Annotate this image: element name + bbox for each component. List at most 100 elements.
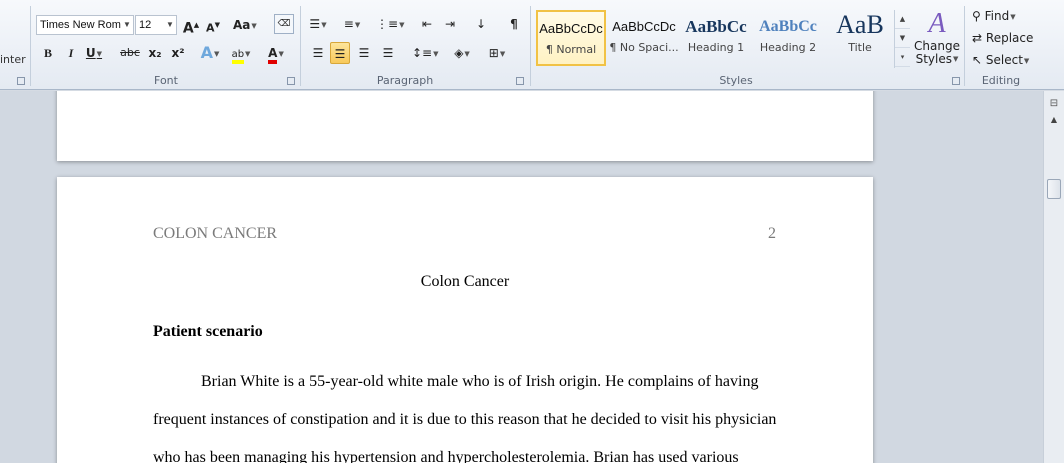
scroll-up-icon[interactable]: ▲: [1047, 115, 1061, 129]
style-heading-1[interactable]: AaBbCc Heading 1: [681, 10, 751, 66]
align-left-icon: ☰: [312, 46, 324, 60]
subscript-button[interactable]: x₂: [145, 42, 165, 64]
gallery-up-icon[interactable]: ▲: [895, 10, 910, 29]
replace-button[interactable]: ⇄ Replace: [972, 28, 1033, 48]
style-sample: AaBbCc: [759, 18, 817, 35]
text-effects-button[interactable]: A▼: [200, 42, 220, 64]
style-heading-2[interactable]: AaBbCc Heading 2: [753, 10, 823, 66]
styles-launcher-icon[interactable]: [952, 77, 960, 85]
font-name-combo[interactable]: Times New Rom ▼: [36, 15, 134, 35]
align-center-button[interactable]: ☰: [330, 42, 350, 64]
group-separator: [30, 6, 31, 86]
sort-icon: ↓: [475, 17, 487, 31]
italic-button[interactable]: I: [61, 42, 81, 64]
body-line: frequent instances of constipation and i…: [153, 411, 777, 428]
numbering-button[interactable]: ≡▼: [342, 13, 362, 35]
grow-font-button[interactable]: A▲: [181, 14, 201, 37]
page-2[interactable]: COLON CANCER 2 Colon Cancer Patient scen…: [57, 177, 873, 463]
superscript-button[interactable]: x²: [168, 42, 188, 64]
font-size-combo[interactable]: 12 ▼: [135, 15, 177, 35]
cursor-icon: ↖: [972, 53, 983, 67]
find-button[interactable]: ⚲ Find▼: [972, 6, 1016, 26]
ribbon: inter Times New Rom ▼ 12 ▼ A▲ A▼ Aa▼ ⌫ B…: [0, 0, 1064, 90]
style-no-spacing[interactable]: AaBbCcDc ¶ No Spaci...: [609, 10, 679, 66]
chevron-down-icon: ▼: [1023, 56, 1030, 65]
bold-button[interactable]: B: [38, 42, 58, 64]
style-sample: AaBbCc: [685, 17, 747, 36]
style-sample: AaB: [836, 10, 884, 39]
style-sample: AaBbCcDc: [612, 19, 676, 34]
change-case-button[interactable]: Aa▼: [233, 14, 257, 36]
multilevel-list-button[interactable]: ⋮≡▼: [376, 13, 404, 35]
paragraph-launcher-icon[interactable]: [516, 77, 524, 85]
replace-label: Replace: [985, 31, 1034, 45]
align-right-button[interactable]: ☰: [354, 42, 374, 64]
borders-icon: ⊞: [488, 46, 499, 60]
chevron-down-icon: ▼: [245, 49, 251, 58]
gallery-more-icon[interactable]: ▾: [895, 48, 910, 67]
align-left-button[interactable]: ☰: [308, 42, 328, 64]
chevron-down-icon: ▼: [354, 20, 361, 29]
align-center-icon: ☰: [334, 47, 346, 61]
line-spacing-icon: ↕≡: [412, 46, 433, 60]
change-styles-button[interactable]: A Change Styles▼: [914, 8, 960, 72]
change-styles-label-2: Styles▼: [915, 52, 959, 66]
text-effects-icon: A: [200, 43, 213, 62]
bullets-button[interactable]: ☰▼: [308, 13, 328, 35]
font-group-label: Font: [154, 74, 178, 87]
shrink-font-button[interactable]: A▼: [203, 14, 223, 36]
find-label: Find: [984, 9, 1010, 23]
format-painter-partial[interactable]: inter: [0, 53, 26, 66]
style-title[interactable]: AaB Title: [825, 10, 895, 66]
numbering-icon: ≡: [343, 17, 354, 31]
style-normal[interactable]: AaBbCcDc ¶ Normal: [536, 10, 606, 66]
chevron-down-icon: ▼: [464, 49, 470, 58]
replace-icon: ⇄: [972, 31, 983, 45]
justify-icon: ☰: [382, 46, 394, 60]
chevron-down-icon: ▼: [499, 49, 506, 58]
view-ruler-icon[interactable]: ⊟: [1047, 97, 1061, 111]
font-color-button[interactable]: A▼: [266, 42, 286, 64]
highlight-button[interactable]: ab▼: [231, 42, 251, 64]
show-formatting-button[interactable]: ¶: [504, 13, 524, 35]
editing-group-label: Editing: [981, 74, 1021, 87]
paragraph-group-label: Paragraph: [376, 74, 434, 87]
group-separator: [964, 6, 965, 86]
styles-group-label: Styles: [719, 74, 753, 87]
justify-button[interactable]: ☰: [378, 42, 398, 64]
style-name: Title: [848, 41, 872, 54]
chevron-down-icon: ▼: [251, 21, 257, 30]
strikethrough-button[interactable]: abc: [120, 42, 140, 64]
page-1[interactable]: [57, 91, 873, 161]
chevron-down-icon: ▼: [96, 49, 103, 58]
increase-indent-button[interactable]: ⇥: [440, 13, 460, 35]
borders-button[interactable]: ⊞▼: [487, 42, 507, 64]
scroll-thumb[interactable]: [1047, 179, 1061, 199]
document-area: COLON CANCER 2 Colon Cancer Patient scen…: [0, 91, 1043, 463]
shading-button[interactable]: ◈▼: [452, 42, 472, 64]
font-size-value: 12: [139, 19, 152, 31]
highlight-icon: ab: [231, 49, 245, 64]
chevron-down-icon[interactable]: ▼: [164, 16, 176, 34]
decrease-indent-icon: ⇤: [421, 17, 433, 31]
shrink-font-icon: A: [206, 21, 215, 35]
multilevel-list-icon: ⋮≡: [376, 17, 399, 31]
select-button[interactable]: ↖ Select▼: [972, 50, 1029, 70]
underline-button[interactable]: U▼: [84, 42, 104, 64]
chevron-down-icon[interactable]: ▼: [121, 16, 133, 34]
font-launcher-icon[interactable]: [287, 77, 295, 85]
grow-font-icon: A: [182, 20, 194, 37]
line-spacing-button[interactable]: ↕≡▼: [412, 42, 439, 64]
clipboard-launcher-icon[interactable]: [17, 77, 25, 85]
sort-button[interactable]: ↓: [471, 13, 491, 35]
style-sample: AaBbCcDc: [539, 21, 603, 36]
gallery-down-icon[interactable]: ▼: [895, 29, 910, 48]
decrease-indent-button[interactable]: ⇤: [417, 13, 437, 35]
clear-formatting-icon: ⌫: [277, 19, 291, 29]
chevron-down-icon: ▼: [321, 20, 327, 29]
chevron-down-icon: ▼: [214, 49, 220, 58]
styles-gallery-scroll: ▲ ▼ ▾: [894, 10, 910, 68]
vertical-scrollbar[interactable]: ⊟ ▲: [1043, 91, 1064, 463]
clear-formatting-button[interactable]: ⌫: [274, 14, 294, 34]
style-name: Heading 2: [759, 41, 817, 54]
